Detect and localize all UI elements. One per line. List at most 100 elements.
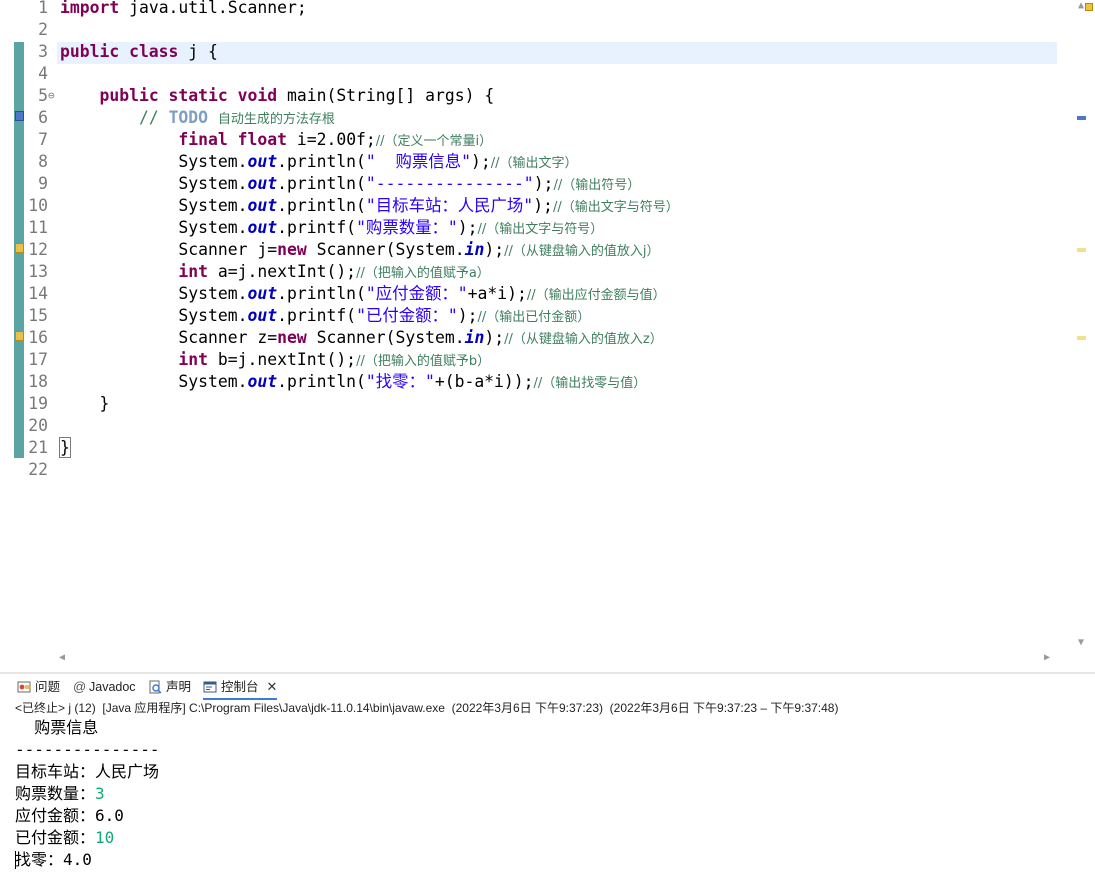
code-token: "已付金额："	[356, 306, 458, 325]
code-line[interactable]: 4	[0, 63, 1050, 85]
problems-icon	[17, 681, 31, 693]
code-line[interactable]: 19 }	[0, 393, 1050, 415]
code-text[interactable]: System.out.printf("已付金额：");//（输出已付金额）	[60, 305, 590, 329]
code-token: new	[277, 240, 307, 259]
line-number: 1	[38, 0, 48, 17]
code-line[interactable]: 20	[0, 415, 1050, 437]
tab-problems[interactable]: 问题	[17, 676, 60, 698]
code-token: "目标车站：人民广场"	[365, 196, 534, 215]
line-number: 19	[28, 394, 48, 413]
code-line[interactable]: 15 System.out.printf("已付金额：");//（输出已付金额）	[0, 305, 1050, 327]
line-number: 8	[38, 152, 48, 171]
code-token: out	[247, 196, 278, 215]
code-token: );	[533, 174, 554, 193]
warning-overview-mark[interactable]	[1077, 336, 1086, 340]
code-token: out	[247, 284, 278, 303]
code-token: Scanner(System.	[306, 240, 465, 259]
code-text[interactable]: System.out.println("目标车站：人民广场");//（输出文字与…	[60, 195, 678, 219]
code-line[interactable]: 18 System.out.println("找零："+(b-a*i));//（…	[0, 371, 1050, 393]
code-text[interactable]: }	[60, 393, 109, 415]
line-number: 22	[28, 460, 48, 479]
code-line[interactable]: 1 import java.util.Scanner;	[0, 0, 1050, 19]
code-token: .println(	[277, 372, 366, 391]
panel-divider[interactable]	[0, 672, 1095, 674]
line-number: 11	[28, 218, 48, 237]
tab-javadoc[interactable]: @ Javadoc	[73, 676, 136, 698]
scroll-right-arrow-icon[interactable]: ▶	[1044, 652, 1050, 663]
code-text[interactable]: int b=j.nextInt();//（把输入的值赋予b）	[60, 349, 490, 373]
code-token: //（从键盘输入的值放入j）	[504, 244, 660, 259]
tab-console[interactable]: 控制台 ✕	[203, 676, 278, 700]
warning-overview-mark[interactable]	[1077, 248, 1086, 252]
close-tab-icon[interactable]: ✕	[267, 679, 278, 694]
code-line[interactable]: 22	[0, 459, 1050, 481]
code-line[interactable]: 10 System.out.println("目标车站：人民广场");//（输出…	[0, 195, 1050, 217]
code-token: //（输出符号）	[553, 178, 641, 193]
code-text[interactable]: final float i=2.00f;//（定义一个常量i）	[60, 129, 492, 153]
code-token: .printf(	[277, 306, 357, 325]
code-token: out	[247, 372, 278, 391]
tab-declaration[interactable]: 声明	[148, 676, 191, 698]
line-number: 18	[28, 372, 48, 391]
code-text[interactable]: System.out.printf("购票数量：");//（输出文字与符号）	[60, 217, 603, 241]
code-token: ) {	[464, 86, 495, 105]
code-token: //（从键盘输入的值放入z）	[504, 332, 663, 347]
console-line: 找零：4.0	[15, 849, 92, 871]
code-text[interactable]: System.out.println("应付金额："+a*i);//（输出应付金…	[60, 283, 666, 307]
fold-toggle-icon[interactable]: ⊖	[48, 85, 55, 107]
code-token: //（输出应付金额与值）	[526, 288, 666, 303]
line-number: 16	[28, 328, 48, 347]
code-token: TODO	[168, 108, 209, 127]
code-text[interactable]: Scanner z=new Scanner(System.in);//（从键盘输…	[60, 327, 663, 351]
code-line[interactable]: 5 ⊖ public static void main(String[] args…	[0, 85, 1050, 107]
code-line[interactable]: 6 // TODO 自动生成的方法存根	[0, 107, 1050, 129]
console-output[interactable]: 购票信息 --------------- 目标车站：人民广场 购票数量：3 应付金额：6…	[15, 717, 1095, 880]
code-editor[interactable]: 1 import java.util.Scanner; 2 3 public class…	[0, 0, 1095, 668]
code-text[interactable]: System.out.println("---------------");//…	[60, 173, 640, 197]
console-line: ---------------	[15, 739, 160, 761]
scroll-down-arrow-icon[interactable]: ▼	[1078, 637, 1084, 648]
code-text[interactable]: Scanner j=new Scanner(System.in);//（从键盘输…	[60, 239, 659, 263]
code-text[interactable]: System.out.println(" 购票信息");//（输出文字）	[60, 151, 577, 175]
tab-label: 控制台	[221, 680, 259, 694]
code-token: System.	[60, 306, 248, 325]
code-line[interactable]: 9 System.out.println("---------------");…	[0, 173, 1050, 195]
code-line[interactable]: 17 int b=j.nextInt();//（把输入的值赋予b）	[0, 349, 1050, 371]
warnings-summary-icon[interactable]	[1085, 3, 1093, 11]
code-text[interactable]: // TODO 自动生成的方法存根	[60, 107, 335, 131]
code-line[interactable]: 3 public class j {	[0, 41, 1050, 63]
code-token: );	[484, 328, 505, 347]
code-text[interactable]: int a=j.nextInt();//（把输入的值赋予a）	[60, 261, 490, 285]
code-token: .println(	[277, 174, 366, 193]
code-line[interactable]: 13 int a=j.nextInt();//（把输入的值赋予a）	[0, 261, 1050, 283]
task-overview-mark[interactable]	[1077, 116, 1086, 120]
code-text[interactable]: public static void main(String[] args) {	[60, 85, 494, 107]
code-line[interactable]: 16 Scanner z=new Scanner(System.in);//（从…	[0, 327, 1050, 349]
code-line[interactable]: 7 final float i=2.00f;//（定义一个常量i）	[0, 129, 1050, 151]
code-line[interactable]: 11 System.out.printf("购票数量：");//（输出文字与符号…	[0, 217, 1050, 239]
view-tabs: 问题 @ Javadoc 声明 控制台 ✕	[0, 676, 1095, 700]
overview-ruler[interactable]: ▲ ▼	[1057, 0, 1095, 668]
scroll-left-arrow-icon[interactable]: ◀	[59, 652, 65, 663]
code-token: " 购票信息"	[365, 152, 471, 171]
code-line[interactable]: 2	[0, 19, 1050, 41]
code-line[interactable]: 14 System.out.println("应付金额："+a*i);//（输出…	[0, 283, 1050, 305]
line-number: 20	[28, 416, 48, 435]
code-token: b=j.nextInt();	[208, 350, 357, 369]
line-number: 2	[38, 20, 48, 39]
code-text[interactable]: }	[59, 437, 71, 459]
code-token: Scanner z=	[60, 328, 278, 347]
code-text[interactable]: public class j {	[60, 41, 218, 63]
horizontal-scrollbar[interactable]: ◀ ▶	[57, 652, 1057, 668]
line-number: 3	[38, 42, 48, 61]
code-text[interactable]: import java.util.Scanner;	[60, 0, 307, 19]
scroll-up-arrow-icon[interactable]: ▲	[1078, 0, 1084, 11]
code-token: //（把输入的值赋予a）	[356, 266, 490, 281]
code-line[interactable]: 21}	[0, 437, 1050, 459]
code-line[interactable]: 8 System.out.println(" 购票信息");//（输出文字）	[0, 151, 1050, 173]
code-token: );	[470, 152, 491, 171]
code-line[interactable]: 12 Scanner j=new Scanner(System.in);//（从…	[0, 239, 1050, 261]
code-text[interactable]: System.out.println("找零："+(b-a*i));//（输出找…	[60, 371, 646, 395]
